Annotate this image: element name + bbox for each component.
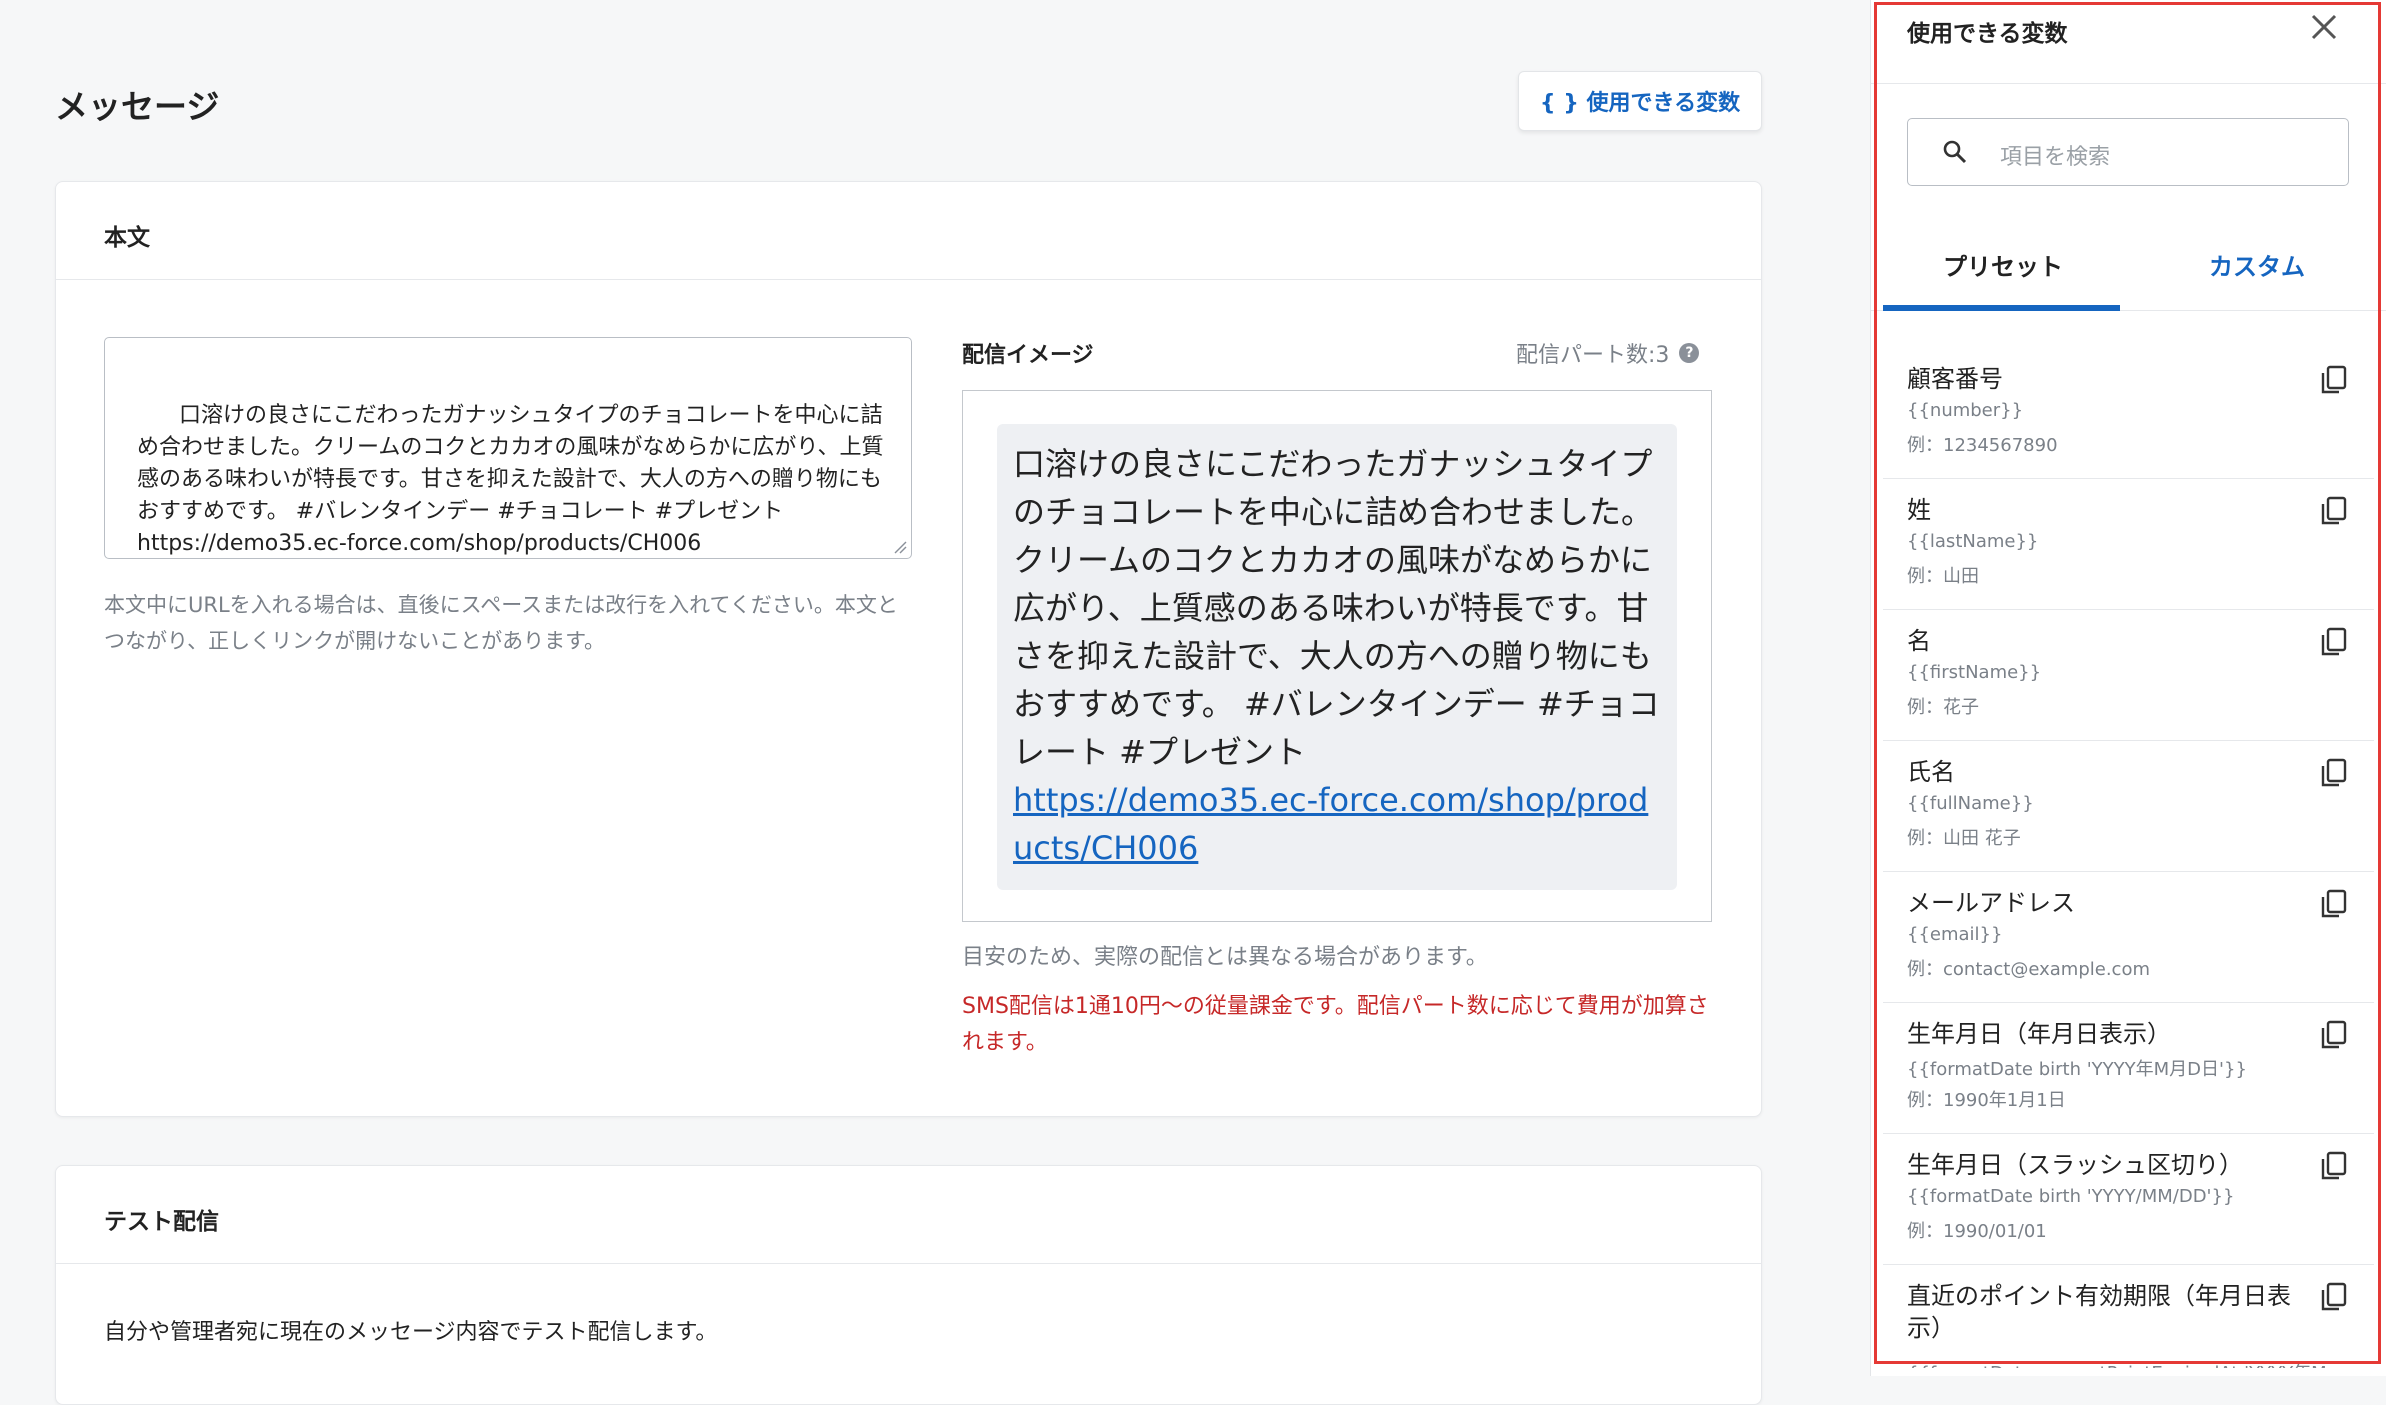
variable-example: 例：1234567890 xyxy=(1907,435,2058,456)
copy-icon[interactable] xyxy=(2319,1281,2349,1313)
variable-code: {{email}} xyxy=(1907,924,2003,945)
body-card-title: 本文 xyxy=(104,225,150,251)
list-item: 顧客番号 {{number}} 例：1234567890 xyxy=(1883,348,2374,479)
available-variables-button[interactable]: { } 使用できる変数 xyxy=(1518,71,1762,131)
url-help-text: 本文中にURLを入れる場合は、直後にスペースまたは改行を入れてください。本文とつ… xyxy=(104,593,898,653)
page-title: メッセージ xyxy=(55,87,220,126)
preview-note: 目安のため、実際の配信とは異なる場合があります。 xyxy=(962,945,1488,970)
list-item: 氏名 {{fullName}} 例：山田 花子 xyxy=(1883,741,2374,872)
tab-preset[interactable]: プリセット xyxy=(1943,247,2063,282)
copy-icon[interactable] xyxy=(2319,364,2349,396)
variable-code: {{formatDate birth 'YYYY年M月D日'}} xyxy=(1907,1059,2247,1080)
variable-example: 例：1990年1月1日 xyxy=(1907,1090,2066,1111)
search-icon xyxy=(1943,140,1967,164)
body-card-header: 本文 xyxy=(56,182,1761,280)
variable-name: 姓 xyxy=(1907,496,1931,524)
resize-handle-icon[interactable] xyxy=(893,540,907,554)
variable-name: 直近のポイント有効期限（年月日表示） xyxy=(1907,1282,2291,1342)
variable-code: {{lastName}} xyxy=(1907,531,2039,552)
test-send-description: 自分や管理者宛に現在のメッセージ内容でテスト配信します。 xyxy=(104,1320,718,1345)
message-body-textarea[interactable]: 口溶けの良さにこだわったガナッシュタイプのチョコレートを中心に詰め合わせました。… xyxy=(104,337,912,559)
part-count: 配信パート数:3 ? xyxy=(1516,337,1700,369)
list-item: 生年月日（年月日表示） {{formatDate birth 'YYYY年M月D… xyxy=(1883,1003,2374,1134)
list-item: 名 {{firstName}} 例：花子 xyxy=(1883,610,2374,741)
list-item: 直近のポイント有効期限（年月日表示） {{formatDate nearestP… xyxy=(1883,1265,2374,1368)
variable-name: メールアドレス xyxy=(1907,889,2075,917)
variable-code: {{formatDate birth 'YYYY/MM/DD'}} xyxy=(1907,1186,2235,1207)
panel-title: 使用できる変数 xyxy=(1907,21,2068,47)
variable-name: 顧客番号 xyxy=(1907,365,2003,393)
variable-name: 生年月日（スラッシュ区切り） xyxy=(1907,1151,2243,1179)
main-area: メッセージ { } 使用できる変数 本文 口溶けの良さにこだわったガナッシュタイ… xyxy=(0,0,1820,1405)
variable-code: {{firstName}} xyxy=(1907,662,2042,683)
variables-panel: 使用できる変数 項目を検索 プリセット カスタム 顧客番号 {{number}}… xyxy=(1870,0,2386,1376)
variable-code: {{number}} xyxy=(1907,400,2024,421)
question-circle-icon[interactable]: ? xyxy=(1679,343,1700,363)
variable-example: 例：contact@example.com xyxy=(1907,959,2150,980)
preview-link[interactable]: https://demo35.ec-force.com/shop/product… xyxy=(1013,781,1648,867)
message-body-value: 口溶けの良さにこだわったガナッシュタイプのチョコレートを中心に詰め合わせました。… xyxy=(137,403,884,556)
billing-warning: SMS配信は1通10円〜の従量課金です。配信パート数に応じて費用が加算されます。 xyxy=(962,994,1709,1055)
copy-icon[interactable] xyxy=(2319,888,2349,920)
variable-name: 生年月日（年月日表示） xyxy=(1907,1020,2171,1048)
list-item: 生年月日（スラッシュ区切り） {{formatDate birth 'YYYY/… xyxy=(1883,1134,2374,1265)
variable-example: 例：1990/01/01 xyxy=(1907,1221,2047,1242)
preview-label: 配信イメージ xyxy=(962,343,1094,368)
variable-name: 氏名 xyxy=(1907,758,1955,786)
variable-example: 例：花子 xyxy=(1907,697,1979,718)
variable-name: 名 xyxy=(1907,627,1931,655)
active-tab-indicator xyxy=(1883,305,2120,311)
test-send-card: テスト配信 自分や管理者宛に現在のメッセージ内容でテスト配信します。 xyxy=(55,1165,1762,1405)
part-count-text: 配信パート数:3 xyxy=(1516,343,1670,368)
test-card-header: テスト配信 xyxy=(56,1166,1761,1264)
copy-icon[interactable] xyxy=(2319,495,2349,527)
copy-icon[interactable] xyxy=(2319,757,2349,789)
list-item: メールアドレス {{email}} 例：contact@example.com xyxy=(1883,872,2374,1003)
copy-icon[interactable] xyxy=(2319,1019,2349,1051)
variable-example: 例：山田 xyxy=(1907,566,1979,587)
close-icon[interactable] xyxy=(2309,12,2339,42)
preview-bubble: 口溶けの良さにこだわったガナッシュタイプのチョコレートを中心に詰め合わせました。… xyxy=(997,424,1677,890)
variable-list: 顧客番号 {{number}} 例：1234567890 姓 {{lastNam… xyxy=(1871,348,2386,1368)
tab-custom[interactable]: カスタム xyxy=(2209,247,2305,282)
search-placeholder: 項目を検索 xyxy=(2000,145,2111,170)
list-item: 姓 {{lastName}} 例：山田 xyxy=(1883,479,2374,610)
preview-frame: 口溶けの良さにこだわったガナッシュタイプのチョコレートを中心に詰め合わせました。… xyxy=(962,390,1712,922)
preview-text: 口溶けの良さにこだわったガナッシュタイプのチョコレートを中心に詰め合わせました。… xyxy=(1013,445,1660,771)
test-card-title: テスト配信 xyxy=(104,1209,219,1235)
variable-example: 例：山田 花子 xyxy=(1907,828,2021,849)
variable-search-input[interactable]: 項目を検索 xyxy=(1907,118,2349,186)
copy-icon[interactable] xyxy=(2319,1150,2349,1182)
variable-code: {{fullName}} xyxy=(1907,793,2034,814)
variable-code: {{formatDate nearestPointExpiredAt 'YYYY… xyxy=(1907,1359,2327,1368)
copy-icon[interactable] xyxy=(2319,626,2349,658)
panel-divider xyxy=(1871,83,2386,84)
body-card: 本文 口溶けの良さにこだわったガナッシュタイプのチョコレートを中心に詰め合わせま… xyxy=(55,181,1762,1117)
